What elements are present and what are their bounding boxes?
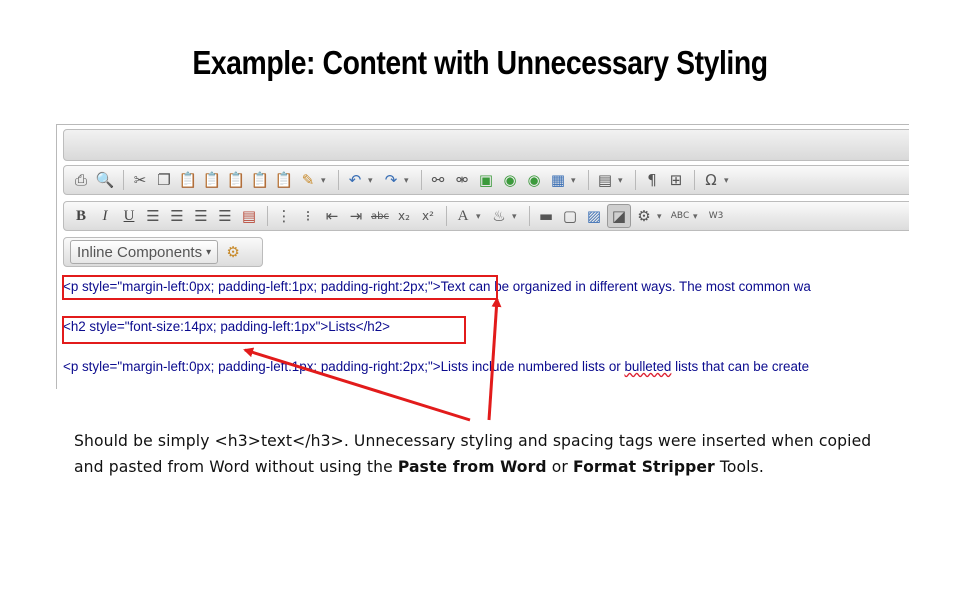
caption-code: <h3>text</h3> (214, 432, 344, 450)
caption-part: Should be simply (74, 432, 215, 450)
caption-part: or (546, 458, 573, 476)
annotation-arrows (243, 297, 502, 422)
caption-part: Tools. (714, 458, 764, 476)
paste-from-word-label: Paste from Word (397, 458, 547, 476)
format-stripper-label: Format Stripper (572, 458, 715, 476)
caption-text: Should be simply <h3>text</h3>. Unnecess… (74, 428, 894, 480)
arrow-to-paragraph-tag (487, 297, 502, 421)
arrow-to-heading-tag (243, 347, 471, 422)
